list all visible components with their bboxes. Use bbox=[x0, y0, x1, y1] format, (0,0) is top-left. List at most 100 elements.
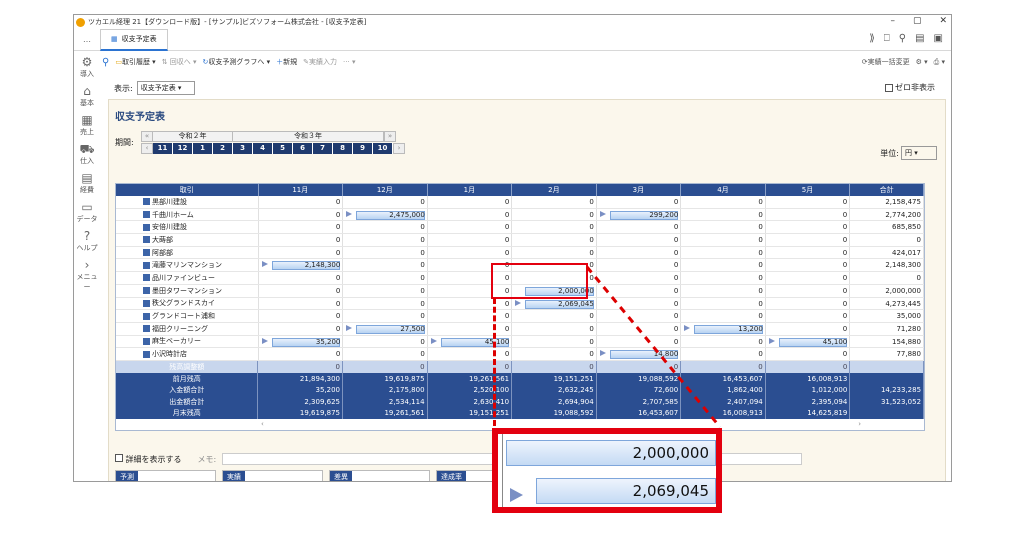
table-cell[interactable]: 0 bbox=[766, 284, 851, 297]
table-cell[interactable]: 0 bbox=[259, 234, 344, 246]
table-cell[interactable]: 0 bbox=[259, 196, 344, 208]
table-row[interactable]: 黒部川建設 0 0 0 0 0 0 0 2,158,475 bbox=[116, 196, 924, 209]
month-4[interactable]: 4 bbox=[253, 143, 273, 154]
table-row[interactable]: 小沢時計店 0 0 0 0 14,800 0 0 77,880 bbox=[116, 348, 924, 361]
table-cell[interactable]: 299,200 bbox=[597, 208, 682, 221]
settings-button[interactable]: ⚙ ▾ bbox=[916, 58, 928, 66]
view-dropdown[interactable]: 収支予定表 ▾ bbox=[136, 81, 195, 95]
close-button[interactable]: ✕ bbox=[939, 16, 947, 26]
zero-hide-toggle[interactable]: ゼロ非表示 bbox=[885, 82, 935, 93]
month-12[interactable]: 12 bbox=[173, 143, 193, 154]
horizontal-scrollbar[interactable]: ‹ › bbox=[261, 420, 861, 428]
table-cell[interactable]: 0 bbox=[681, 208, 766, 221]
table-cell[interactable]: 0 bbox=[343, 234, 428, 246]
book-icon[interactable]: ⎕ bbox=[884, 33, 890, 44]
table-cell[interactable]: 0 bbox=[681, 221, 766, 234]
month-7[interactable]: 7 bbox=[313, 143, 333, 154]
table-cell[interactable]: 0 bbox=[512, 208, 597, 221]
table-cell[interactable]: 27,500 bbox=[343, 322, 428, 335]
tab-cashflow[interactable]: ▦ 収支予定表 bbox=[100, 28, 168, 51]
table-cell[interactable]: 0 bbox=[259, 322, 344, 335]
collect-button[interactable]: ⇅ 回収へ ▾ bbox=[162, 57, 197, 67]
table-row[interactable]: 秩父グランドスカイ 0 0 0 2,069,045 0 0 0 4,273,445 bbox=[116, 297, 924, 311]
table-cell[interactable]: 0 bbox=[428, 297, 513, 310]
more-menu-button[interactable]: ··· ▾ bbox=[343, 58, 355, 66]
new-button[interactable]: ＋新規 bbox=[276, 57, 297, 67]
zero-hide-checkbox[interactable] bbox=[885, 83, 893, 92]
table-cell[interactable]: 0 bbox=[766, 322, 851, 335]
table-row[interactable]: 安倍川建設 0 0 0 0 0 0 0 685,850 bbox=[116, 221, 924, 235]
detail-checkbox[interactable] bbox=[115, 453, 123, 462]
table-cell[interactable]: 0 bbox=[259, 272, 344, 284]
sidebar-item-6[interactable]: ? ヘルプ bbox=[74, 229, 100, 258]
calendar-icon[interactable]: ▤ bbox=[915, 33, 924, 44]
sidebar-item-7[interactable]: › メニュー bbox=[74, 258, 100, 291]
table-cell[interactable]: 0 bbox=[597, 221, 682, 234]
month-6[interactable]: 6 bbox=[293, 143, 313, 154]
table-row[interactable]: グランドコート浦和 0 0 0 0 0 0 0 35,000 bbox=[116, 310, 924, 323]
table-cell[interactable]: 0 bbox=[597, 234, 682, 246]
layout-icon[interactable]: ▣ bbox=[934, 33, 943, 44]
table-cell[interactable]: 2,475,000 bbox=[343, 208, 428, 221]
actual-input-button[interactable]: ✎実績入力 bbox=[303, 57, 337, 67]
search-icon[interactable]: ⚲ bbox=[102, 57, 109, 68]
table-cell[interactable]: 0 bbox=[428, 221, 513, 234]
table-cell[interactable]: 35,200 bbox=[259, 335, 344, 348]
unit-dropdown[interactable]: 円 ▾ bbox=[901, 146, 937, 160]
month-8[interactable]: 8 bbox=[333, 143, 353, 154]
bookmark-icon[interactable]: ⚲ bbox=[899, 33, 906, 44]
sidebar-item-0[interactable]: ⚙ 導入 bbox=[74, 55, 100, 84]
table-cell[interactable]: 0 bbox=[766, 196, 851, 208]
minimize-button[interactable]: – bbox=[890, 16, 895, 26]
table-cell[interactable]: 0 bbox=[681, 234, 766, 246]
sidebar-item-5[interactable]: ▭ データ bbox=[74, 200, 100, 229]
table-cell[interactable]: 0 bbox=[428, 208, 513, 221]
year-current[interactable]: 令和３年 bbox=[233, 131, 384, 142]
table-row[interactable]: 千曲川ホーム 0 2,475,000 0 0 299,200 0 0 2,774,200 bbox=[116, 208, 924, 222]
table-cell[interactable]: 0 bbox=[766, 348, 851, 360]
table-cell[interactable]: 0 bbox=[766, 246, 851, 259]
month-3[interactable]: 3 bbox=[233, 143, 253, 154]
table-cell[interactable]: 0 bbox=[259, 221, 344, 234]
table-cell[interactable]: 0 bbox=[428, 348, 513, 360]
table-cell[interactable]: 0 bbox=[343, 272, 428, 284]
month-5[interactable]: 5 bbox=[273, 143, 293, 154]
table-cell[interactable]: 0 bbox=[343, 335, 428, 348]
month-prev-button[interactable]: ‹ bbox=[141, 143, 153, 154]
sidebar-item-2[interactable]: ▦ 売上 bbox=[74, 113, 100, 142]
vertical-scrollbar[interactable] bbox=[914, 196, 922, 366]
pin-icon[interactable]: ⟫ bbox=[869, 33, 875, 44]
table-cell[interactable]: 0 bbox=[259, 310, 344, 322]
table-cell[interactable]: 2,148,300 bbox=[259, 259, 344, 272]
table-row[interactable]: 大蒔部 0 0 0 0 0 0 0 0 bbox=[116, 234, 924, 247]
table-cell[interactable]: 0 bbox=[681, 196, 766, 208]
table-cell[interactable]: 0 bbox=[259, 246, 344, 259]
table-cell[interactable]: 0 bbox=[766, 259, 851, 272]
month-1[interactable]: 1 bbox=[193, 143, 213, 154]
table-row[interactable]: 麻生ベーカリー 35,200 0 45,100 0 0 0 45,100 154,880 bbox=[116, 335, 924, 349]
table-cell[interactable]: 0 bbox=[428, 196, 513, 208]
table-row[interactable]: 阿部部 0 0 0 0 0 0 0 424,017 bbox=[116, 246, 924, 260]
table-cell[interactable]: 0 bbox=[766, 221, 851, 234]
table-cell[interactable]: 0 bbox=[428, 234, 513, 246]
table-cell[interactable]: 0 bbox=[428, 322, 513, 335]
table-cell[interactable]: 0 bbox=[343, 196, 428, 208]
sidebar-item-4[interactable]: ▤ 経費 bbox=[74, 171, 100, 200]
year-prev-button[interactable]: « bbox=[141, 131, 153, 142]
table-cell[interactable]: 0 bbox=[766, 234, 851, 246]
month-10[interactable]: 10 bbox=[373, 143, 393, 154]
table-cell[interactable]: 0 bbox=[681, 246, 766, 259]
forecast-graph-button[interactable]: ↻収支予測グラフへ ▾ bbox=[203, 57, 271, 67]
bulk-change-button[interactable]: ⟳実績一括変更 bbox=[862, 57, 910, 67]
year-next-button[interactable]: » bbox=[384, 131, 396, 142]
table-cell[interactable]: 0 bbox=[343, 259, 428, 272]
month-2[interactable]: 2 bbox=[213, 143, 233, 154]
table-cell[interactable]: 0 bbox=[512, 234, 597, 246]
table-cell[interactable]: 0 bbox=[343, 348, 428, 360]
table-cell[interactable]: 0 bbox=[259, 348, 344, 360]
table-cell[interactable]: 0 bbox=[343, 310, 428, 322]
history-button[interactable]: ▭取引履歴 ▾ bbox=[115, 57, 155, 67]
table-cell[interactable]: 0 bbox=[259, 208, 344, 221]
table-cell[interactable]: 0 bbox=[512, 196, 597, 208]
table-cell[interactable]: 45,100 bbox=[428, 335, 513, 348]
